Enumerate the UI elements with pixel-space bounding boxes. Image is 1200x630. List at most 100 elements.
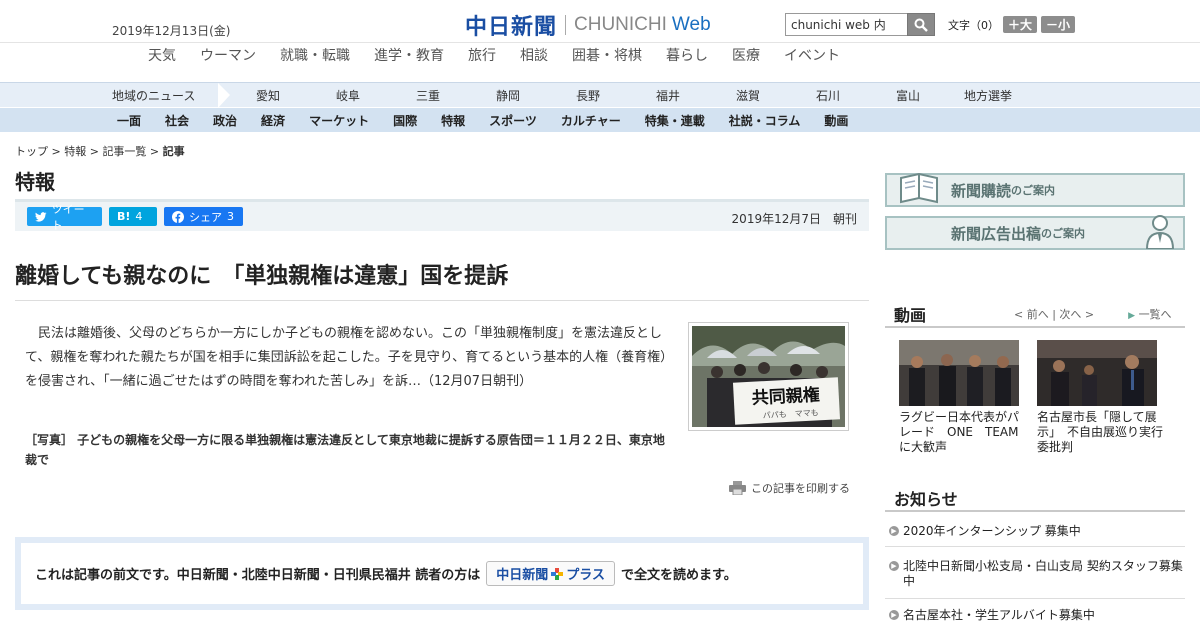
main-nav-item[interactable]: カルチャー bbox=[549, 112, 633, 129]
businessman-icon bbox=[1145, 215, 1175, 249]
region-nav-item[interactable]: 地方選挙 bbox=[948, 87, 1028, 104]
main-nav-item[interactable]: 動画 bbox=[812, 112, 860, 129]
notice-text: 北陸中日新聞小松支局・白山支局 契約スタッフ募集中 bbox=[903, 559, 1183, 588]
notice-divider bbox=[885, 546, 1185, 547]
article-headline: 離婚しても親なのに 「単独親権は違憲」国を提訴 bbox=[15, 264, 509, 289]
video-thumbnail bbox=[1037, 340, 1157, 406]
breadcrumb-current: 記事 bbox=[162, 145, 185, 158]
main-nav-item[interactable]: 経済 bbox=[249, 112, 297, 129]
region-nav-item[interactable]: 愛知 bbox=[228, 87, 308, 104]
genre-nav-item[interactable]: 旅行 bbox=[456, 43, 508, 66]
region-nav-item[interactable]: 福井 bbox=[628, 87, 708, 104]
video-title: ラグビー日本代表がパレード ONE TEAMに大歓声 bbox=[899, 410, 1020, 454]
main-nav-item[interactable]: 特報 bbox=[429, 112, 477, 129]
notice-item[interactable]: ▶ 北陸中日新聞小松支局・白山支局 契約スタッフ募集中 bbox=[889, 559, 1185, 589]
section-title: 特報 bbox=[15, 170, 55, 194]
notice-text: 2020年インターンシップ 募集中 bbox=[903, 524, 1081, 538]
main-nav-item[interactable]: 社説・コラム bbox=[717, 112, 813, 129]
main-nav-item[interactable]: マーケット bbox=[297, 112, 381, 129]
arrow-circle-icon: ▶ bbox=[889, 526, 899, 536]
facebook-share-count: 3 bbox=[227, 210, 234, 223]
search-button[interactable] bbox=[907, 13, 935, 36]
region-nav-item[interactable]: 静岡 bbox=[468, 87, 548, 104]
plus-cross-icon bbox=[551, 567, 564, 580]
genre-nav-item[interactable]: 相談 bbox=[508, 43, 560, 66]
logo-web: Web bbox=[671, 14, 711, 35]
region-nav-item[interactable]: 三重 bbox=[388, 87, 468, 104]
article-photo[interactable]: 共同親権 パパも ママも bbox=[688, 322, 849, 431]
notice-item[interactable]: ▶ 名古屋本社・学生アルバイト募集中 bbox=[889, 608, 1185, 623]
main-nav-item[interactable]: 一面 bbox=[105, 112, 153, 129]
site-header: 2019年12月13日(金) 中日新聞 CHUNICHI Web 文字 （0） … bbox=[0, 0, 1200, 42]
hatena-count: 4 bbox=[135, 210, 143, 223]
chunichi-plus-link[interactable]: 中日新聞 プラス bbox=[486, 561, 615, 586]
genre-nav-item[interactable]: イベント bbox=[772, 43, 852, 66]
arrow-circle-icon: ▶ bbox=[889, 561, 899, 571]
region-nav-item[interactable]: 滋賀 bbox=[708, 87, 788, 104]
main-nav-item[interactable]: 国際 bbox=[381, 112, 429, 129]
video-thumbnail bbox=[899, 340, 1019, 406]
article-body: 民法は離婚後、父母のどちらか一方にしか子どもの親権を認めない。この「単独親権制度… bbox=[25, 326, 667, 389]
main-nav-item[interactable]: スポーツ bbox=[477, 112, 549, 129]
font-size-control: 文字 （0） ＋大 －小 bbox=[948, 16, 1076, 33]
photo-caption: ［写真］ 子どもの親権を父母一方に限る単独親権は憲法違反として東京地裁に提訴する… bbox=[25, 433, 665, 467]
share-bar: ツイート B! 4 シェア 3 2019年12月7日 朝刊 bbox=[15, 199, 869, 232]
header-date: 2019年12月13日(金) bbox=[112, 24, 231, 38]
tweet-button[interactable]: ツイート bbox=[27, 203, 102, 232]
notice-item[interactable]: ▶ 2020年インターンシップ 募集中 bbox=[889, 524, 1185, 539]
genre-nav-item[interactable]: ウーマン bbox=[188, 43, 268, 66]
region-nav-item[interactable]: 岐阜 bbox=[308, 87, 388, 104]
newspaper-reader-icon bbox=[900, 172, 938, 204]
printer-icon bbox=[729, 481, 746, 495]
video-next-link[interactable]: 次へ > bbox=[1059, 308, 1094, 321]
subscription-banner[interactable]: 新聞購読 のご案内 bbox=[885, 172, 1185, 207]
advertising-banner[interactable]: 新聞広告出稿 のご案内 bbox=[885, 215, 1185, 250]
genre-nav-item[interactable]: 天気 bbox=[136, 43, 188, 66]
main-nav-item[interactable]: 社会 bbox=[153, 112, 201, 129]
video-item[interactable]: 名古屋市長「隠して展示」 不自由展巡り実行委批判 bbox=[1037, 340, 1163, 455]
genre-nav-item[interactable]: 囲碁・将棋 bbox=[560, 43, 654, 66]
arrow-circle-icon: ▶ bbox=[889, 610, 899, 620]
site-search bbox=[785, 13, 935, 36]
subscription-banner-sub: のご案内 bbox=[1011, 184, 1056, 197]
video-pager: < 前へ | 次へ > ▶ 一覧へ bbox=[1014, 308, 1172, 321]
advertising-banner-sub: のご案内 bbox=[1041, 227, 1086, 240]
breadcrumb-link[interactable]: 特報 bbox=[64, 145, 86, 158]
mayor-press-thumbnail bbox=[1037, 340, 1157, 406]
breadcrumb-link[interactable]: 記事一覧 bbox=[102, 145, 146, 158]
region-nav-item[interactable]: 長野 bbox=[548, 87, 628, 104]
main-nav-item[interactable]: 政治 bbox=[201, 112, 249, 129]
hatena-button[interactable]: B! 4 bbox=[109, 207, 157, 226]
rugby-parade-thumbnail bbox=[899, 340, 1019, 406]
site-logo[interactable]: 中日新聞 CHUNICHI Web bbox=[465, 9, 711, 41]
notice-section-title: お知らせ bbox=[894, 490, 958, 509]
breadcrumb-link[interactable]: トップ bbox=[15, 145, 48, 158]
video-prev-link[interactable]: < 前へ bbox=[1014, 308, 1049, 321]
region-nav: 地域のニュース 愛知 岐阜 三重 静岡 長野 福井 滋賀 石川 富山 地方選挙 bbox=[0, 82, 1200, 108]
plus-badge-jp: 中日新聞 bbox=[496, 568, 549, 583]
genre-nav-item[interactable]: 医療 bbox=[720, 43, 772, 66]
plus-badge-plus: プラス bbox=[566, 568, 605, 583]
logo-en: CHUNICHI bbox=[574, 14, 667, 35]
main-nav: 一面 社会 政治 経済 マーケット 国際 特報 スポーツ カルチャー 特集・連載… bbox=[0, 107, 1200, 132]
paywall-notice: これは記事の前文です。中日新聞・北陸中日新聞・日刊県民福井 読者の方は 中日新聞… bbox=[15, 537, 869, 610]
font-bigger-button[interactable]: ＋大 bbox=[1003, 16, 1038, 33]
genre-nav-item[interactable]: 就職・転職 bbox=[268, 43, 362, 66]
font-smaller-button[interactable]: －小 bbox=[1041, 16, 1076, 33]
region-nav-item[interactable]: 石川 bbox=[788, 87, 868, 104]
region-nav-item[interactable]: 富山 bbox=[868, 87, 948, 104]
genre-nav-item[interactable]: 進学・教育 bbox=[362, 43, 456, 66]
font-size-value: （0） bbox=[970, 18, 999, 32]
video-list-link[interactable]: 一覧へ bbox=[1139, 308, 1172, 321]
logo-divider bbox=[565, 15, 567, 35]
search-input[interactable] bbox=[785, 13, 907, 36]
facebook-share-button[interactable]: シェア 3 bbox=[164, 207, 243, 226]
notice-section-heading: お知らせ bbox=[885, 486, 1185, 512]
print-article-link[interactable]: この記事を印刷する bbox=[729, 480, 850, 496]
genre-nav-item[interactable]: 暮らし bbox=[654, 43, 720, 66]
main-nav-item[interactable]: 特集・連載 bbox=[633, 112, 717, 129]
publish-date: 2019年12月7日 朝刊 bbox=[731, 212, 857, 226]
list-arrow-icon: ▶ bbox=[1128, 311, 1136, 321]
video-item[interactable]: ラグビー日本代表がパレード ONE TEAMに大歓声 bbox=[899, 340, 1025, 455]
subscription-banner-main: 新聞購読 bbox=[951, 181, 1012, 200]
